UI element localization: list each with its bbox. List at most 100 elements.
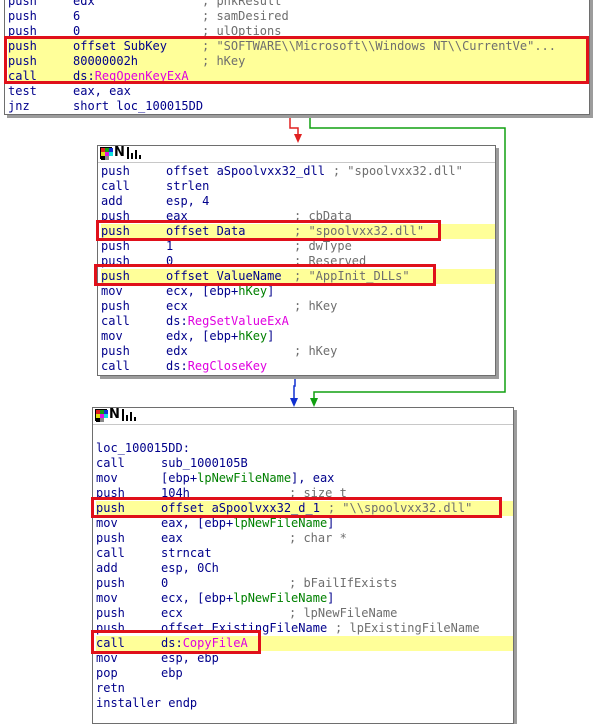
instruction-line[interactable]: push 80000002h ; hKey bbox=[8, 54, 589, 69]
operand[interactable]: ds:RegCloseKey bbox=[166, 359, 267, 374]
instruction-line[interactable]: push offset aSpoolvxx32_d_1 ; "\\spoolvxx3… bbox=[96, 501, 513, 516]
operand[interactable]: ecx bbox=[161, 606, 183, 621]
label-text[interactable]: loc_100015DD: bbox=[96, 441, 190, 456]
stack-variable[interactable]: hKey bbox=[238, 329, 267, 343]
operand[interactable]: ds:RegOpenKeyExA bbox=[73, 69, 189, 84]
operand[interactable]: ecx, [ebp+lpNewFileName] bbox=[161, 591, 334, 606]
operand[interactable]: 0 bbox=[73, 24, 80, 39]
instruction-line[interactable]: push 0 ; bFailIfExists bbox=[96, 576, 513, 591]
operand[interactable]: offset aSpoolvxx32_dll bbox=[166, 164, 325, 179]
code-block-bottom[interactable]: N loc_100015DD: call sub_1000105B mov [ebp+l… bbox=[92, 407, 514, 724]
operand[interactable]: [ebp+lpNewFileName], eax bbox=[161, 471, 334, 486]
operand[interactable]: esp, 4 bbox=[166, 194, 209, 209]
operand[interactable]: sub_1000105B bbox=[161, 456, 248, 471]
operand[interactable]: offset aSpoolvxx32_d_1 bbox=[161, 501, 320, 516]
instruction-line[interactable]: retn bbox=[96, 681, 513, 696]
operand[interactable]: eax bbox=[166, 209, 188, 224]
instruction-line[interactable]: call strncat bbox=[96, 546, 513, 561]
stack-variable[interactable]: lpNewFileName bbox=[197, 471, 291, 485]
instruction-line[interactable]: push offset aSpoolvxx32_dll ; "spoolvxx32.… bbox=[101, 164, 495, 179]
graph-overview-icon[interactable] bbox=[126, 147, 141, 159]
instruction-line[interactable]: mov esp, ebp bbox=[96, 651, 513, 666]
instruction-line[interactable]: call sub_1000105B bbox=[96, 456, 513, 471]
code-block-middle[interactable]: N push offset aSpoolvxx32_dll ; "spoolvxx3… bbox=[97, 145, 496, 376]
instruction-line[interactable]: push offset ValueName ; "AppInit_DLLs" bbox=[101, 269, 495, 284]
operand[interactable]: ds:RegSetValueExA bbox=[166, 314, 289, 329]
instruction-line[interactable]: mov ecx, [ebp+lpNewFileName] bbox=[96, 591, 513, 606]
instruction-line[interactable]: push 6 ; samDesired bbox=[8, 9, 589, 24]
graph-overview-icon[interactable] bbox=[121, 409, 136, 421]
operand[interactable]: ecx, [ebp+hKey] bbox=[166, 284, 274, 299]
operand[interactable]: esp, 0Ch bbox=[161, 561, 219, 576]
instruction-line[interactable]: push 104h ; size_t bbox=[96, 486, 513, 501]
imported-function[interactable]: CopyFileA bbox=[183, 636, 248, 650]
rename-node-icon[interactable]: N bbox=[109, 408, 120, 421]
instruction-line[interactable]: push 0 ; ulOptions bbox=[8, 24, 589, 39]
color-grid-icon[interactable] bbox=[95, 409, 108, 422]
imported-function[interactable]: RegCloseKey bbox=[188, 359, 267, 373]
code-label[interactable]: loc_100015DD: bbox=[96, 441, 513, 456]
instruction-line[interactable]: push ecx ; hKey bbox=[101, 299, 495, 314]
imported-function[interactable]: RegSetValueExA bbox=[188, 314, 289, 328]
instruction-line[interactable]: add esp, 4 bbox=[101, 194, 495, 209]
operand[interactable]: eax, [ebp+lpNewFileName] bbox=[161, 516, 334, 531]
operand[interactable]: strlen bbox=[166, 179, 209, 194]
instruction-line[interactable]: push ecx ; lpNewFileName bbox=[96, 606, 513, 621]
instruction-line[interactable]: call ds:RegSetValueExA bbox=[101, 314, 495, 329]
operand[interactable]: 0 bbox=[161, 576, 168, 591]
operand[interactable]: 104h bbox=[161, 486, 190, 501]
operand[interactable]: strncat bbox=[161, 546, 212, 561]
operand[interactable]: ds:CopyFileA bbox=[161, 636, 248, 651]
instruction-line[interactable]: pop ebp bbox=[96, 666, 513, 681]
code-block-top[interactable]: push edx ; phkResult push 6 ; samDesired push 0… bbox=[4, 0, 590, 115]
stack-variable[interactable]: lpNewFileName bbox=[233, 516, 327, 530]
operand[interactable]: edx, [ebp+hKey] bbox=[166, 329, 274, 344]
instruction-line[interactable]: call ds:RegCloseKey bbox=[101, 359, 495, 374]
instruction-line[interactable] bbox=[96, 426, 513, 441]
instruction-line[interactable]: push edx ; hKey bbox=[101, 344, 495, 359]
imported-function[interactable]: RegOpenKeyExA bbox=[95, 69, 189, 83]
instruction-line[interactable]: mov ecx, [ebp+hKey] bbox=[101, 284, 495, 299]
mnemonic: jnz bbox=[8, 99, 30, 113]
operand[interactable]: eax bbox=[161, 531, 183, 546]
rename-node-icon[interactable]: N bbox=[114, 146, 125, 159]
operand[interactable]: offset ValueName bbox=[166, 269, 282, 284]
instruction-line[interactable]: push offset ExistingFileName ; lpExistingF… bbox=[96, 621, 513, 636]
operand[interactable]: esp, ebp bbox=[161, 651, 219, 666]
operand[interactable]: edx bbox=[166, 344, 188, 359]
color-grid-icon[interactable] bbox=[100, 147, 113, 160]
instruction-line[interactable]: mov eax, [ebp+lpNewFileName] bbox=[96, 516, 513, 531]
operand[interactable]: ecx bbox=[166, 299, 188, 314]
instruction-line[interactable]: add esp, 0Ch bbox=[96, 561, 513, 576]
operand[interactable]: 80000002h bbox=[73, 54, 138, 69]
instruction-line[interactable]: call ds:RegOpenKeyExA bbox=[8, 69, 589, 84]
operand[interactable]: 1 bbox=[166, 239, 173, 254]
operand[interactable]: 6 bbox=[73, 9, 80, 24]
instruction-line[interactable]: mov edx, [ebp+hKey] bbox=[101, 329, 495, 344]
operand[interactable]: 0 bbox=[166, 254, 173, 269]
operand[interactable]: short loc_100015DD bbox=[73, 99, 203, 114]
operand[interactable]: offset Data bbox=[166, 224, 245, 239]
operand[interactable]: offset ExistingFileName bbox=[161, 621, 327, 636]
instruction-line[interactable]: push edx ; phkResult bbox=[8, 0, 589, 9]
stack-variable[interactable]: hKey bbox=[238, 284, 267, 298]
instruction-line[interactable]: test eax, eax bbox=[8, 84, 589, 99]
stack-variable[interactable]: lpNewFileName bbox=[233, 591, 327, 605]
instruction-line[interactable]: call ds:CopyFileA bbox=[96, 636, 513, 651]
instruction-line[interactable]: push eax ; char * bbox=[96, 531, 513, 546]
instruction-line[interactable]: push 1 ; dwType bbox=[101, 239, 495, 254]
operand[interactable]: offset SubKey bbox=[73, 39, 167, 54]
instruction-line[interactable]: push eax ; cbData bbox=[101, 209, 495, 224]
code-label[interactable]: installer endp bbox=[96, 696, 513, 711]
operand[interactable]: eax, eax bbox=[73, 84, 131, 99]
instruction-line[interactable]: push offset Data ; "spoolvxx32.dll" bbox=[101, 224, 495, 239]
instruction-line[interactable]: jnz short loc_100015DD bbox=[8, 99, 589, 114]
label-text[interactable]: installer endp bbox=[96, 696, 197, 711]
operand[interactable]: edx bbox=[73, 0, 95, 9]
operand-text: ecx, [ebp+ bbox=[161, 591, 234, 605]
instruction-line[interactable]: push 0 ; Reserved bbox=[101, 254, 495, 269]
operand[interactable]: ebp bbox=[161, 666, 183, 681]
instruction-line[interactable]: mov [ebp+lpNewFileName], eax bbox=[96, 471, 513, 486]
instruction-line[interactable]: call strlen bbox=[101, 179, 495, 194]
instruction-line[interactable]: push offset SubKey ; "SOFTWARE\\Microsoft\… bbox=[8, 39, 589, 54]
